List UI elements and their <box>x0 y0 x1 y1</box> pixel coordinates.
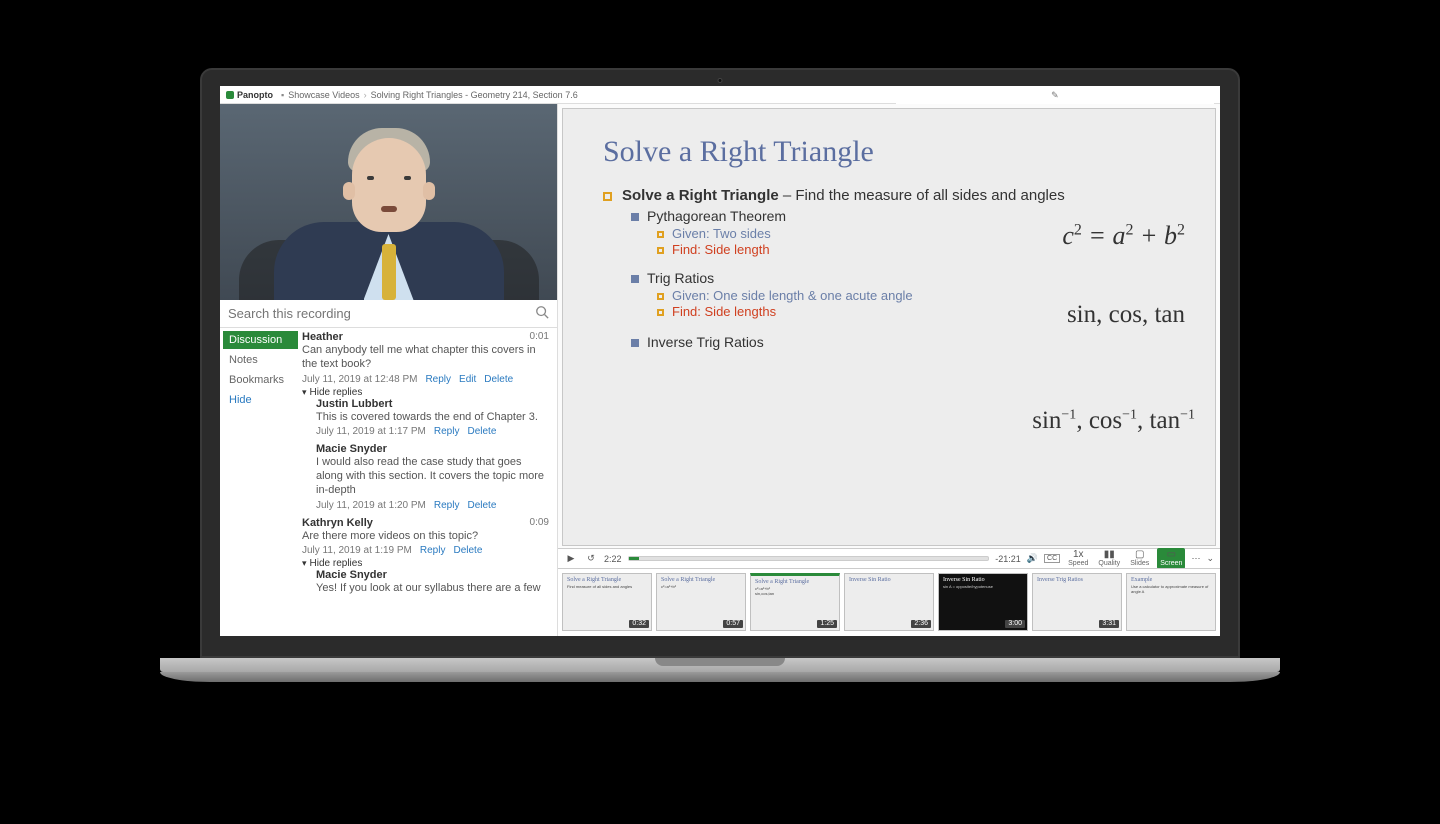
rewind-button[interactable]: ↺ <box>584 553 598 564</box>
post-author: Heather <box>302 331 343 343</box>
post-author: Justin Lubbert <box>316 398 392 410</box>
slide-content: Solve a Right Triangle Solve a Right Tri… <box>562 108 1216 546</box>
bullet-icon <box>603 192 612 201</box>
equation-trig: sin, cos, tan <box>1067 301 1185 329</box>
post-body: Yes! If you look at our syllabus there a… <box>316 582 549 596</box>
post-date: July 11, 2019 at 1:20 PM <box>316 500 426 511</box>
chevron-down-icon[interactable]: ⌄ <box>1206 553 1214 564</box>
discussion-post: Heather 0:01 Can anybody tell me what cha… <box>302 331 549 511</box>
tab-notes[interactable]: Notes <box>223 351 298 369</box>
thumbnail[interactable]: Solve a Right TriangleFind measure of al… <box>562 573 652 631</box>
equation-inverse-trig: sin−1, cos−1, tan−1 <box>1032 407 1195 435</box>
breadcrumb-folder[interactable]: Showcase Videos <box>288 90 359 100</box>
hide-replies-toggle[interactable]: Hide replies <box>302 387 549 398</box>
post-timestamp[interactable]: 0:01 <box>530 331 549 343</box>
bullet-icon <box>631 275 639 283</box>
app-name: Panopto <box>237 90 273 100</box>
post-body: I would also read the case study that go… <box>316 456 549 497</box>
thumbnail-strip: Solve a Right TriangleFind measure of al… <box>558 568 1220 636</box>
quality-control[interactable]: ▮▮Quality <box>1096 550 1122 567</box>
discussion-panel: Heather 0:01 Can anybody tell me what cha… <box>298 328 557 610</box>
post-date: July 11, 2019 at 12:48 PM <box>302 374 417 385</box>
presenter-video[interactable] <box>220 104 557 300</box>
screen-view-button[interactable]: ▭Screen <box>1157 548 1185 569</box>
bullet-icon <box>657 247 664 254</box>
edit-icon[interactable]: ✎ <box>1049 90 1060 101</box>
thumbnail[interactable]: ExampleUse a calculator to approximate m… <box>1126 573 1216 631</box>
bullet-icon <box>631 213 639 221</box>
player-controls: ▶ ↺ 2:22 -21:21 🔊 CC 1xSpeed ▮▮Quality ▢… <box>558 548 1220 568</box>
thumbnail[interactable]: Solve a Right Trianglec²=a²+b²0:57 <box>656 573 746 631</box>
post-body: Can anybody tell me what chapter this co… <box>302 344 549 372</box>
logo-icon <box>226 91 234 99</box>
sidebar-tabs: Discussion Notes Bookmarks Hide <box>220 328 298 610</box>
seek-bar[interactable] <box>628 556 990 561</box>
delete-link[interactable]: Delete <box>484 374 513 385</box>
delete-link[interactable]: Delete <box>453 545 482 556</box>
search-input[interactable] <box>228 306 535 321</box>
slides-view-button[interactable]: ▢Slides <box>1128 550 1151 567</box>
hide-replies-toggle[interactable]: Hide replies <box>302 558 549 569</box>
app-logo[interactable]: Panopto <box>226 90 273 100</box>
slide-title: Solve a Right Triangle <box>603 135 1175 169</box>
slide-viewer[interactable]: Solve a Right Triangle Solve a Right Tri… <box>558 104 1220 548</box>
tab-bookmarks[interactable]: Bookmarks <box>223 371 298 389</box>
post-date: July 11, 2019 at 1:19 PM <box>302 545 412 556</box>
post-timestamp[interactable]: 0:09 <box>530 517 549 529</box>
play-button[interactable]: ▶ <box>564 553 578 564</box>
equation-pythagorean: c2 = a2 + b2 <box>1062 221 1185 251</box>
bullet-icon <box>657 293 664 300</box>
volume-icon[interactable]: 🔊 <box>1027 553 1038 564</box>
post-body: Are there more videos on this topic? <box>302 530 549 544</box>
reply-link[interactable]: Reply <box>420 545 446 556</box>
thumbnail[interactable]: Inverse Sin Ratio2:36 <box>844 573 934 631</box>
bullet-icon <box>657 231 664 238</box>
breadcrumb-title[interactable]: Solving Right Triangles - Geometry 214, … <box>371 90 578 100</box>
edit-link[interactable]: Edit <box>459 374 476 385</box>
discussion-reply: Macie Snyder I would also read the case … <box>316 443 549 510</box>
discussion-reply: Justin Lubbert This is covered towards t… <box>316 398 549 438</box>
speed-control[interactable]: 1xSpeed <box>1066 550 1090 567</box>
app-topbar: Panopto ▪ Showcase Videos › Solving Righ… <box>220 86 1220 104</box>
chevron-right-icon: › <box>364 90 367 100</box>
discussion-post: Kathryn Kelly 0:09 Are there more videos … <box>302 517 549 597</box>
thumbnail[interactable]: Solve a Right Trianglec²=a²+b²sin,cos,ta… <box>750 573 840 631</box>
post-author: Kathryn Kelly <box>302 517 373 529</box>
bullet-icon <box>631 339 639 347</box>
folder-icon: ▪ <box>281 90 284 100</box>
thumbnail[interactable]: Inverse Trig Ratios3:31 <box>1032 573 1122 631</box>
captions-button[interactable]: CC <box>1044 554 1060 563</box>
search-icon[interactable] <box>535 305 549 322</box>
post-author: Macie Snyder <box>316 443 387 455</box>
thumbnail[interactable]: Inverse Sin Ratiosin A = opposite/hypote… <box>938 573 1028 631</box>
remaining-time: -21:21 <box>995 554 1021 564</box>
search-row <box>220 300 557 328</box>
more-icon[interactable]: ⋯ <box>1191 553 1200 564</box>
discussion-reply: Macie Snyder Yes! If you look at our syl… <box>316 569 549 596</box>
breadcrumb: ▪ Showcase Videos › Solving Right Triang… <box>281 90 578 100</box>
current-time: 2:22 <box>604 554 622 564</box>
reply-link[interactable]: Reply <box>434 426 460 437</box>
post-author: Macie Snyder <box>316 569 387 581</box>
tab-hide[interactable]: Hide <box>223 391 298 409</box>
post-body: This is covered towards the end of Chapt… <box>316 411 549 425</box>
tab-discussion[interactable]: Discussion <box>223 331 298 349</box>
reply-link[interactable]: Reply <box>425 374 451 385</box>
delete-link[interactable]: Delete <box>467 426 496 437</box>
delete-link[interactable]: Delete <box>467 500 496 511</box>
reply-link[interactable]: Reply <box>434 500 460 511</box>
post-date: July 11, 2019 at 1:17 PM <box>316 426 426 437</box>
bullet-icon <box>657 309 664 316</box>
